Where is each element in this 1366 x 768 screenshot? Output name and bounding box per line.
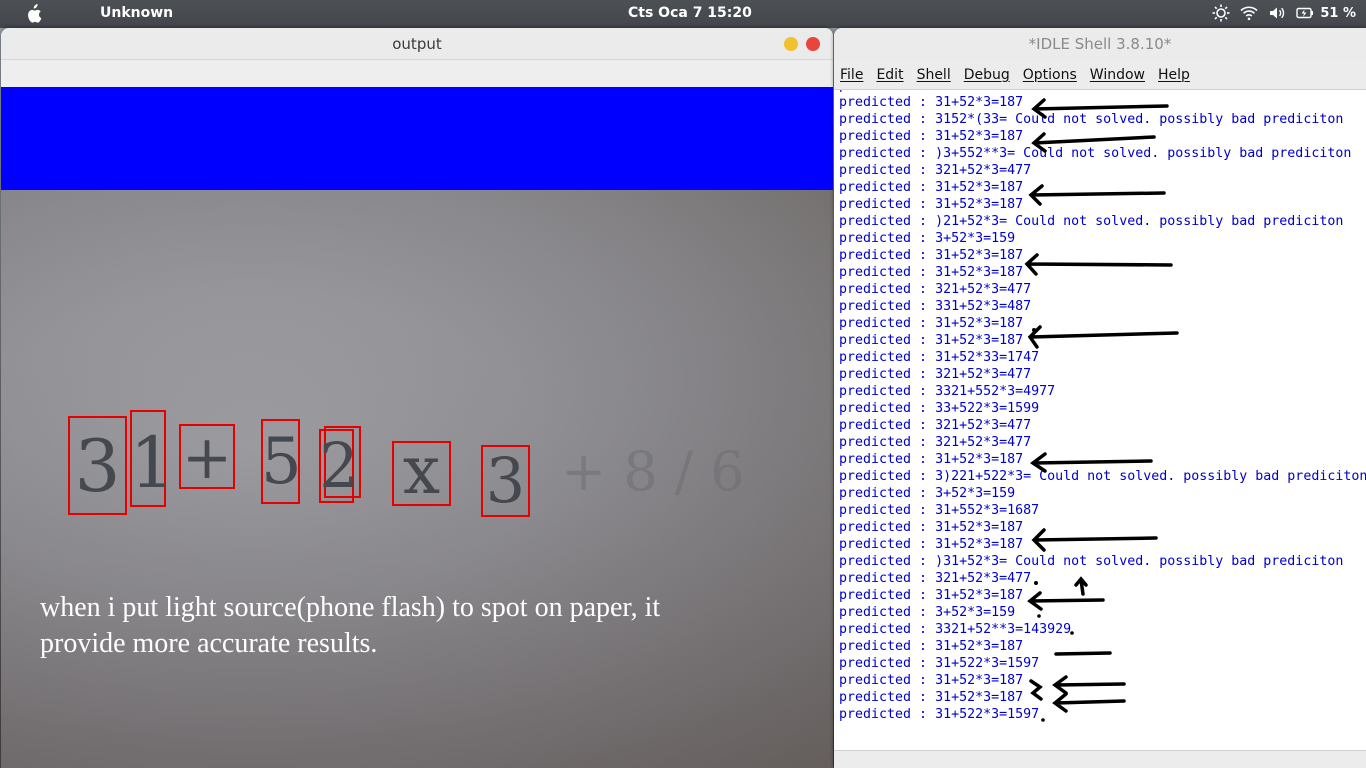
idle-titlebar[interactable]: *IDLE Shell 3.8.10* (834, 28, 1366, 60)
detected-digit: 2 (319, 429, 359, 502)
menu-options[interactable]: Options (1023, 67, 1077, 83)
clock[interactable]: Cts Oca 7 15:20 (628, 5, 752, 21)
output-titlebar[interactable]: output (1, 28, 833, 60)
detected-digit: 3 (74, 424, 121, 508)
menu-help[interactable]: Help (1158, 67, 1190, 83)
detected-symbol: x (402, 432, 441, 509)
volume-icon (1270, 7, 1285, 19)
menu-edit[interactable]: Edit (876, 67, 903, 83)
detected-symbol: + (181, 423, 233, 493)
menu-file[interactable]: File (840, 67, 863, 83)
idle-menubar: File Edit Shell Debug Options Window Hel… (834, 60, 1366, 90)
battery-icon (1296, 7, 1314, 19)
shell-output-area[interactable]: predicted : 38+552*3=1892predicted : 31+… (834, 90, 1366, 750)
idle-window-title: *IDLE Shell 3.8.10* (1028, 35, 1172, 53)
apple-icon[interactable] (24, 4, 42, 24)
output-window-title: output (392, 35, 442, 53)
menu-shell[interactable]: Shell (917, 67, 951, 83)
close-button[interactable] (806, 37, 820, 51)
brightness-icon (1212, 4, 1230, 22)
background-handwriting: + 8 / 6 (561, 440, 745, 503)
active-app-name[interactable]: Unknown (100, 5, 173, 21)
annotation-caption: when i put light source(phone flash) to … (40, 592, 661, 659)
battery-percent: 51 % (1320, 5, 1356, 21)
output-toolbar-strip (1, 60, 833, 87)
top-bar: Unknown Cts Oca 7 15:20 51 % (0, 0, 1366, 28)
system-tray[interactable]: 51 % (1212, 4, 1356, 22)
result-banner (1, 87, 833, 190)
minimize-button[interactable] (784, 37, 798, 51)
detected-digit: 1 (130, 422, 175, 504)
idle-statusbar (834, 750, 1366, 768)
hand-drawn-arrows (1024, 98, 1179, 722)
idle-shell-window[interactable]: *IDLE Shell 3.8.10* File Edit Shell Debu… (834, 28, 1366, 768)
wifi-icon (1240, 6, 1258, 21)
detected-digit: 5 (261, 425, 302, 499)
output-window[interactable]: output + 8 / 6 3 1 + 5 2 x 3 when i put … (1, 28, 833, 768)
camera-feed: + 8 / 6 3 1 + 5 2 x 3 when i put light s… (1, 190, 833, 768)
detected-digit: 3 (485, 444, 526, 517)
menu-window[interactable]: Window (1090, 67, 1145, 83)
menu-debug[interactable]: Debug (964, 67, 1010, 83)
